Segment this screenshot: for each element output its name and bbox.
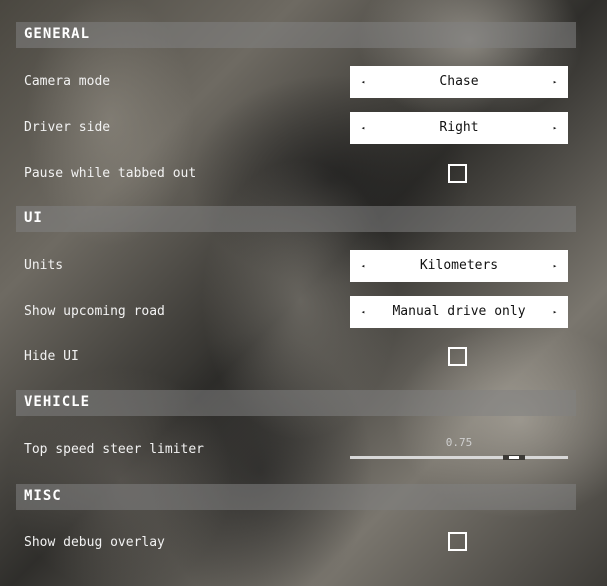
upcoming-road-selector[interactable]: ◂ Manual drive only ▸: [350, 296, 568, 328]
debug-overlay-label: Show debug overlay: [24, 535, 165, 550]
section-misc-header: MISC: [16, 484, 576, 510]
section-misc-title: MISC: [24, 488, 62, 504]
units-selector[interactable]: ◂ Kilometers ▸: [350, 250, 568, 282]
upcoming-road-prev-arrow-icon[interactable]: ◂: [356, 296, 370, 328]
camera-mode-prev-arrow-icon[interactable]: ◂: [356, 66, 370, 98]
section-ui-title: UI: [24, 210, 43, 226]
hide-ui-checkbox[interactable]: [448, 347, 467, 366]
camera-mode-next-arrow-icon[interactable]: ▸: [548, 66, 562, 98]
section-general-title: GENERAL: [24, 26, 91, 42]
section-vehicle-header: VEHICLE: [16, 390, 576, 416]
camera-mode-label: Camera mode: [24, 74, 111, 89]
units-label: Units: [24, 258, 64, 273]
section-vehicle-title: VEHICLE: [24, 394, 91, 410]
pause-tabbed-checkbox[interactable]: [448, 164, 467, 183]
units-value: Kilometers: [419, 258, 499, 273]
pause-tabbed-label: Pause while tabbed out: [24, 166, 197, 181]
upcoming-road-value: Manual drive only: [392, 304, 526, 319]
section-general-header: GENERAL: [16, 22, 576, 48]
driver-side-label: Driver side: [24, 120, 111, 135]
driver-side-prev-arrow-icon[interactable]: ◂: [356, 112, 370, 144]
debug-overlay-checkbox[interactable]: [448, 532, 467, 551]
hide-ui-label: Hide UI: [24, 349, 79, 364]
steer-limiter-label: Top speed steer limiter: [24, 442, 205, 457]
steer-limiter-value: 0.75: [445, 436, 473, 449]
units-next-arrow-icon[interactable]: ▸: [548, 250, 562, 282]
upcoming-road-next-arrow-icon[interactable]: ▸: [548, 296, 562, 328]
driver-side-value: Right: [439, 120, 479, 135]
driver-side-selector[interactable]: ◂ Right ▸: [350, 112, 568, 144]
upcoming-road-label: Show upcoming road: [24, 304, 165, 319]
camera-mode-selector[interactable]: ◂ Chase ▸: [350, 66, 568, 98]
camera-mode-value: Chase: [439, 74, 479, 89]
units-prev-arrow-icon[interactable]: ◂: [356, 250, 370, 282]
driver-side-next-arrow-icon[interactable]: ▸: [548, 112, 562, 144]
steer-limiter-handle[interactable]: [508, 456, 519, 459]
steer-limiter-slider[interactable]: [350, 455, 568, 460]
section-ui-header: UI: [16, 206, 576, 232]
